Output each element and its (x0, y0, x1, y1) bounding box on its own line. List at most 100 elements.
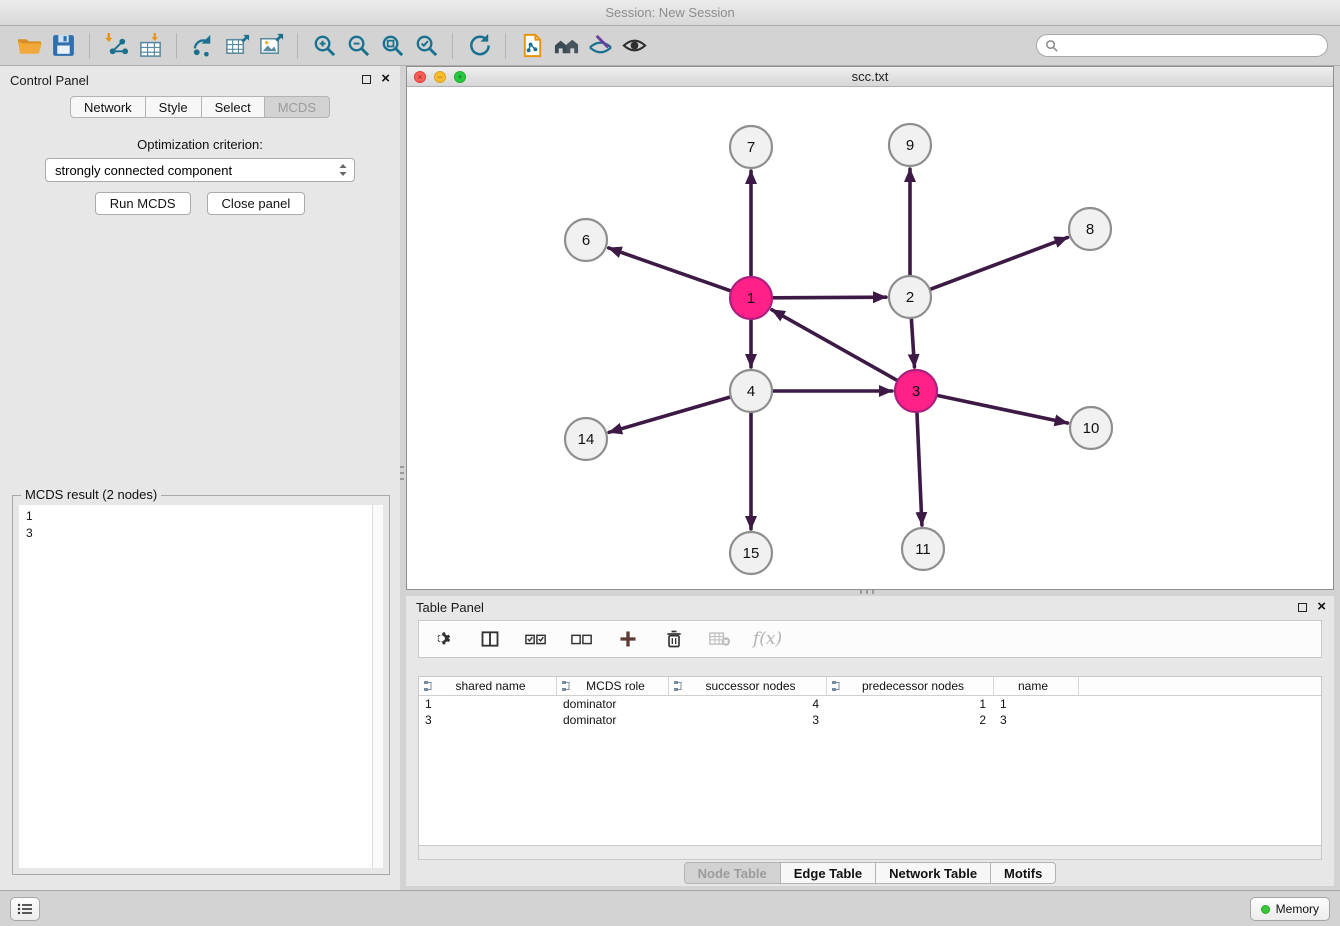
control-panel-title: Control Panel (10, 73, 89, 88)
function-builder-button: f(x) (753, 626, 782, 652)
home-views-button[interactable] (549, 29, 583, 63)
float-table-panel-icon[interactable] (1298, 603, 1307, 612)
main-toolbar (0, 26, 1340, 66)
show-columns-button[interactable] (477, 626, 503, 652)
import-network-button[interactable] (99, 29, 133, 63)
table-row[interactable]: 3 dominator 3 2 3 (419, 712, 1321, 728)
table-tabs: Node Table Edge Table Network Table Moti… (406, 862, 1334, 884)
memory-label: Memory (1276, 902, 1319, 916)
graph-edge-3-10[interactable] (938, 396, 1068, 423)
search-box[interactable] (1036, 34, 1328, 57)
mcds-result-area[interactable]: 1 3 (19, 505, 383, 868)
column-header-shared-name[interactable]: shared name (419, 677, 557, 695)
import-table-button[interactable] (133, 29, 167, 63)
minimize-window-icon[interactable]: − (434, 71, 446, 83)
document-network-icon (519, 32, 546, 59)
close-window-icon[interactable]: × (414, 71, 426, 83)
apply-layout-button[interactable] (462, 29, 496, 63)
graph-node-label: 11 (915, 541, 931, 558)
cell-successor-nodes: 4 (669, 696, 827, 712)
delete-table-button (707, 626, 733, 652)
zoom-fit-button[interactable] (375, 29, 409, 63)
tab-edge-table[interactable]: Edge Table (781, 862, 876, 884)
eye-pen-icon (587, 32, 614, 59)
toolbar-separator (505, 33, 506, 59)
table-horizontal-scrollbar[interactable] (418, 846, 1322, 860)
tab-node-table[interactable]: Node Table (684, 862, 781, 884)
zoom-out-button[interactable] (341, 29, 375, 63)
zoom-window-icon[interactable]: + (454, 71, 466, 83)
column-header-successor-nodes[interactable]: successor nodes (669, 677, 827, 695)
create-column-button[interactable] (615, 626, 641, 652)
open-folder-icon (16, 32, 43, 59)
table-mode-button[interactable] (431, 626, 457, 652)
column-header-mcds-role[interactable]: MCDS role (557, 677, 669, 695)
delete-columns-button[interactable] (661, 626, 687, 652)
column-label: name (998, 679, 1078, 693)
graph-node-label: 15 (743, 545, 760, 562)
mcds-result-group: MCDS result (2 nodes) 1 3 (12, 495, 390, 875)
graph-edge-1-2[interactable] (773, 297, 886, 298)
network-window-title: scc.txt (852, 69, 889, 84)
save-icon (50, 32, 77, 59)
tab-motifs[interactable]: Motifs (991, 862, 1056, 884)
graph-edge-3-11[interactable] (917, 413, 922, 525)
select-all-columns-button[interactable] (523, 626, 549, 652)
result-scrollbar[interactable] (372, 505, 383, 868)
table-row[interactable]: 1 dominator 4 1 1 (419, 696, 1321, 712)
graph-edge-2-8[interactable] (931, 237, 1068, 289)
close-table-panel-icon[interactable]: × (1317, 602, 1326, 612)
network-window: × − + scc.txt 7968124314101511 (406, 66, 1334, 590)
export-table-icon (224, 32, 251, 59)
tab-select[interactable]: Select (202, 96, 265, 118)
columns-icon (480, 629, 500, 649)
tab-mcds[interactable]: MCDS (265, 96, 330, 118)
cell-successor-nodes: 3 (669, 712, 827, 728)
export-image-button[interactable] (254, 29, 288, 63)
cell-mcds-role: dominator (557, 712, 669, 728)
toolbar-separator (452, 33, 453, 59)
run-mcds-button[interactable]: Run MCDS (95, 192, 191, 215)
memory-button[interactable]: Memory (1250, 897, 1330, 921)
panel-splitter-vertical[interactable] (400, 466, 404, 484)
network-canvas[interactable]: 7968124314101511 (407, 87, 1333, 589)
graph-edge-4-14[interactable] (609, 397, 730, 432)
style-edit-button[interactable] (583, 29, 617, 63)
deselect-all-columns-button[interactable] (569, 626, 595, 652)
zoom-selected-button[interactable] (409, 29, 443, 63)
search-input[interactable] (1063, 38, 1319, 53)
zoom-selected-icon (413, 32, 440, 59)
clipboard-network-button[interactable] (515, 29, 549, 63)
tab-network[interactable]: Network (70, 96, 146, 118)
save-session-button[interactable] (46, 29, 80, 63)
tab-network-table[interactable]: Network Table (876, 862, 991, 884)
panel-splitter-horizontal[interactable] (860, 590, 878, 594)
close-panel-button[interactable]: Close panel (207, 192, 306, 215)
export-table-button[interactable] (220, 29, 254, 63)
graph-edge-2-3[interactable] (911, 319, 914, 367)
optimization-criterion-select[interactable]: strongly connected component (45, 158, 355, 182)
tab-style[interactable]: Style (146, 96, 202, 118)
open-session-button[interactable] (12, 29, 46, 63)
cell-name: 3 (994, 712, 1079, 728)
graph-edge-1-6[interactable] (609, 248, 731, 291)
zoom-in-button[interactable] (307, 29, 341, 63)
float-panel-icon[interactable] (362, 75, 371, 84)
network-window-titlebar[interactable]: × − + scc.txt (407, 67, 1333, 87)
column-header-name[interactable]: name (994, 677, 1079, 695)
toolbar-separator (176, 33, 177, 59)
result-line: 1 (26, 508, 376, 525)
title-bar: Session: New Session (0, 0, 1340, 26)
column-label: shared name (435, 679, 556, 693)
birdseye-view-button[interactable] (617, 29, 651, 63)
column-header-predecessor-nodes[interactable]: predecessor nodes (827, 677, 994, 695)
memory-status-icon (1261, 905, 1270, 914)
graph-edge-3-1[interactable] (772, 310, 897, 380)
graph-node-label: 7 (747, 139, 755, 156)
network-from-selection-button[interactable] (186, 29, 220, 63)
result-line: 3 (26, 525, 376, 542)
unchecked-boxes-icon (571, 632, 593, 646)
cell-shared-name: 3 (419, 712, 557, 728)
task-history-button[interactable] (10, 897, 40, 921)
close-panel-icon[interactable]: × (381, 74, 390, 84)
